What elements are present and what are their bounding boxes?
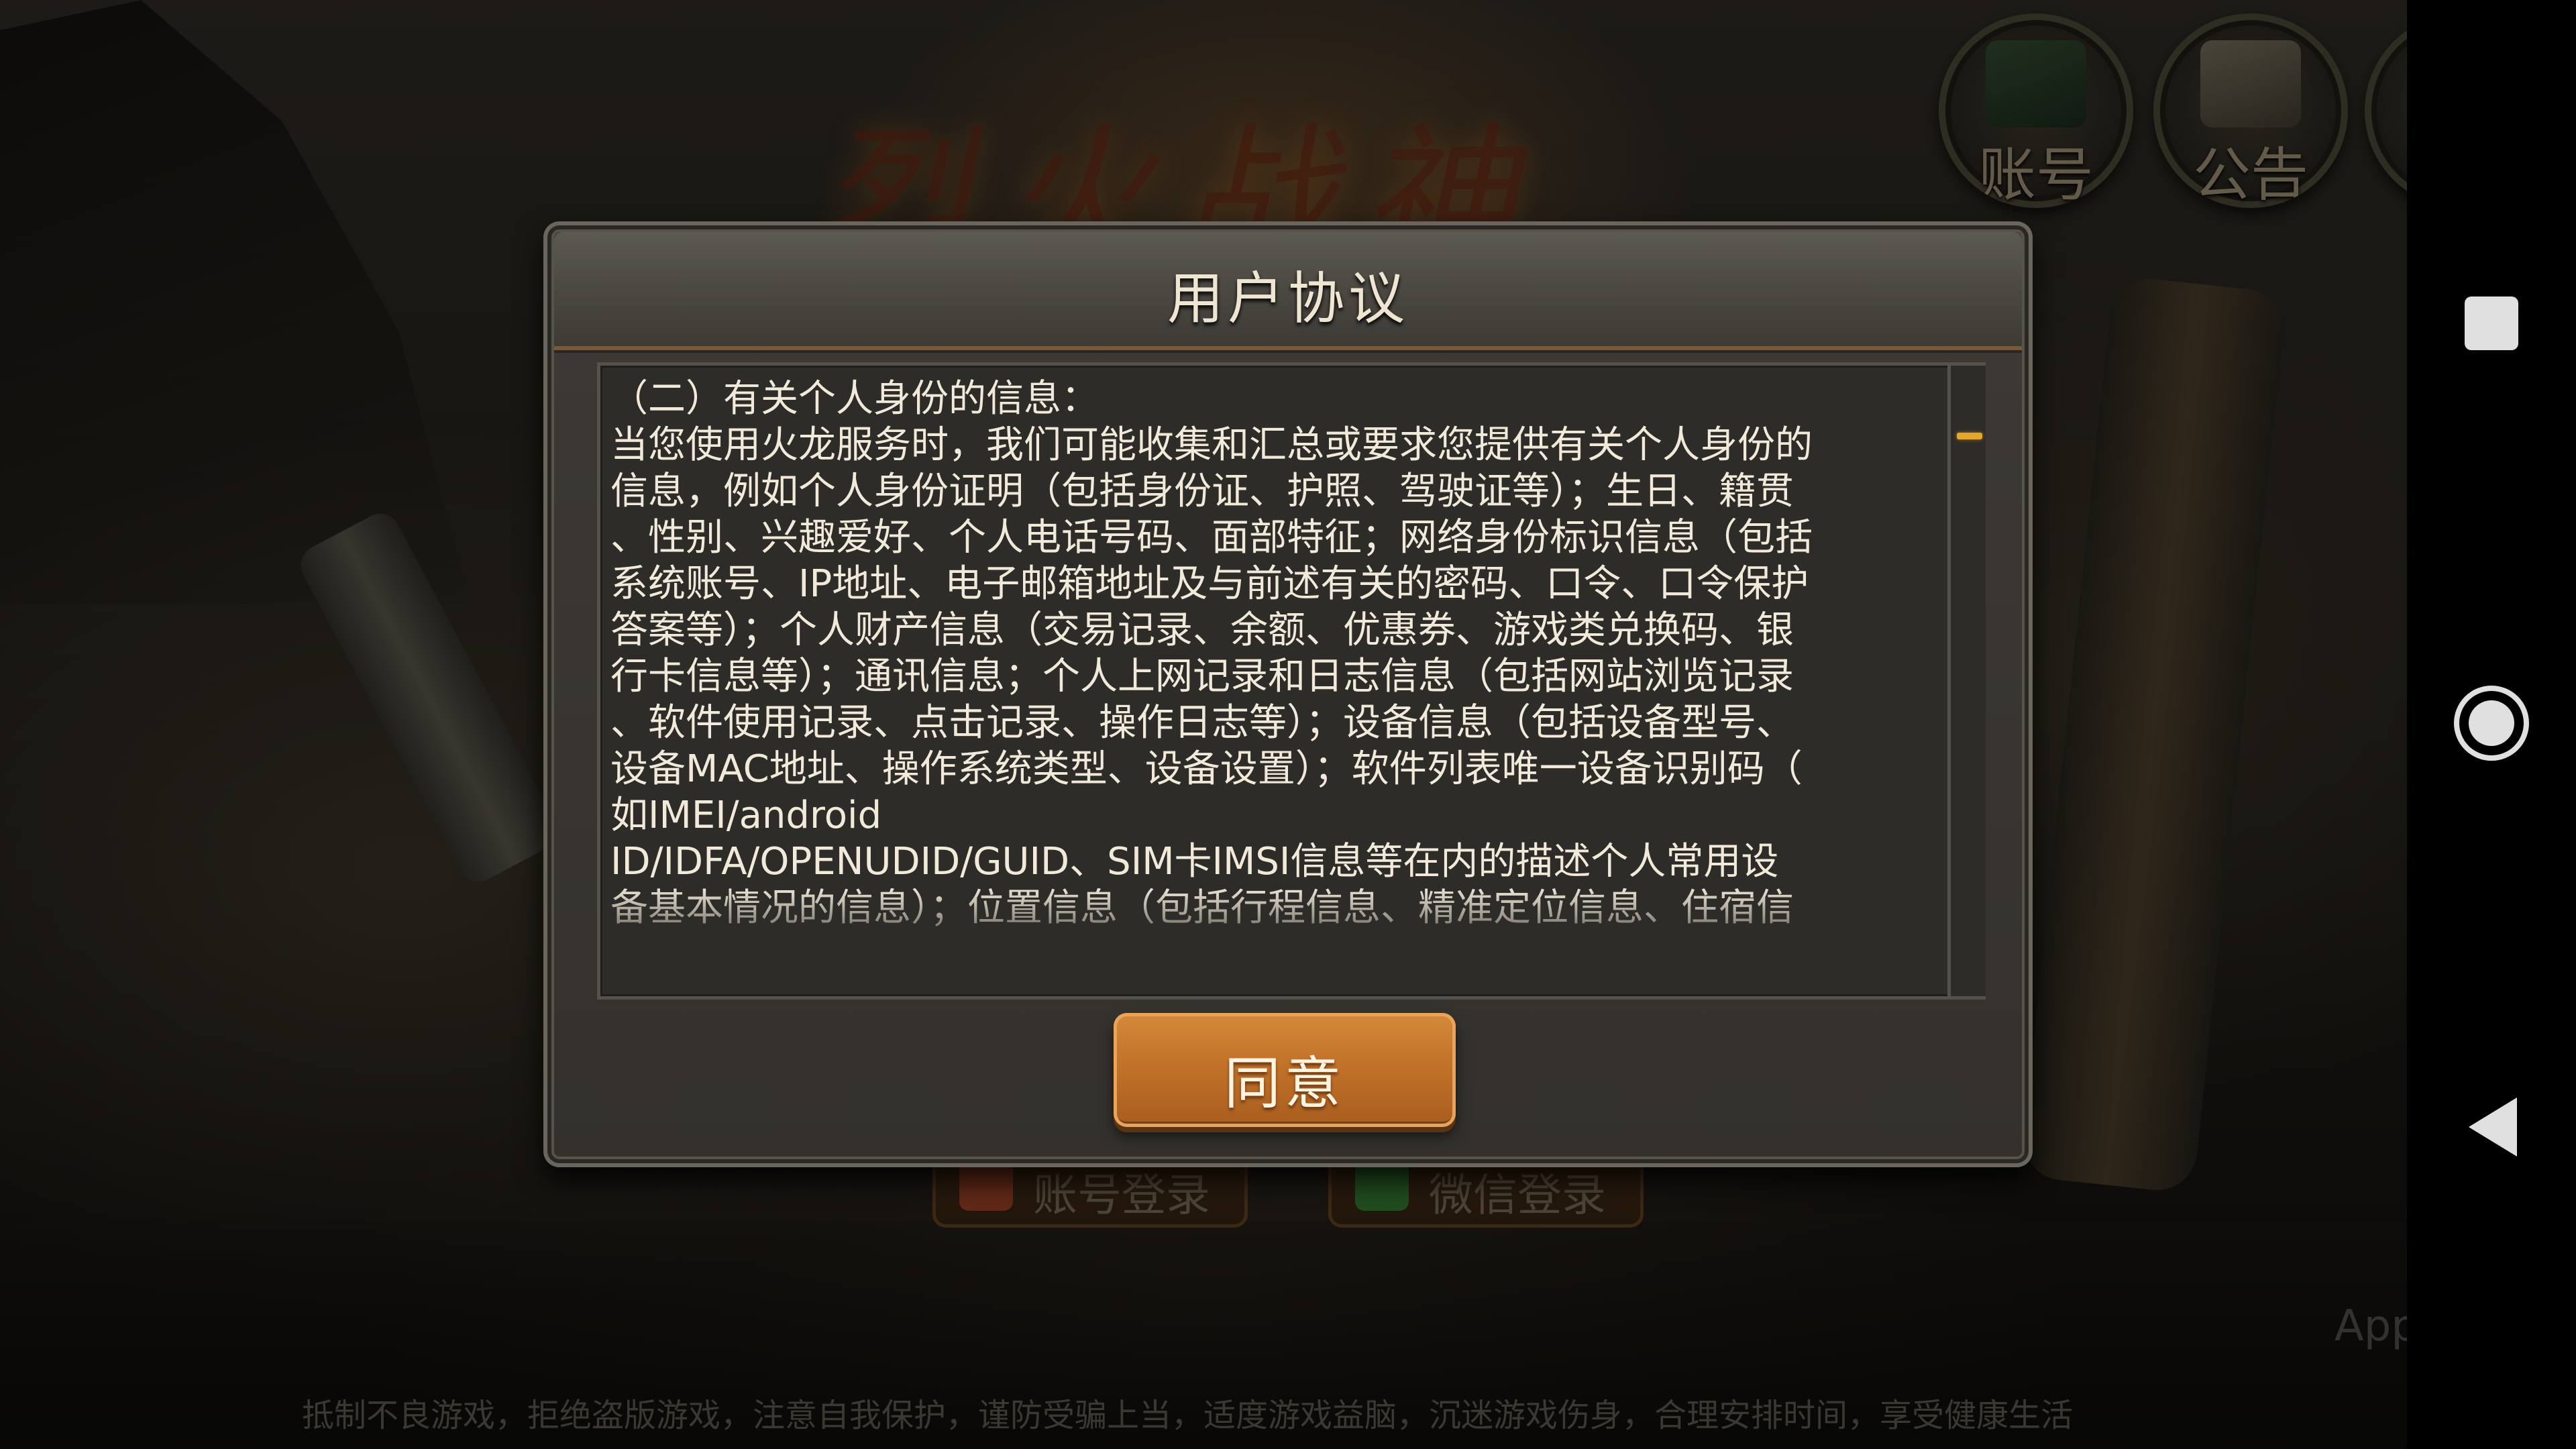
- home-icon-inner: [2469, 700, 2514, 746]
- user-agreement-dialog: 用户协议 （二）有关个人身份的信息： 当您使用火龙服务时，我们可能收集和汇总或要…: [543, 221, 2033, 1167]
- agreement-text-panel[interactable]: （二）有关个人身份的信息： 当您使用火龙服务时，我们可能收集和汇总或要求您提供有…: [597, 362, 1986, 1000]
- dialog-title: 用户协议: [1167, 266, 1409, 331]
- scrollbar-track[interactable]: [1947, 366, 1986, 996]
- scrollbar-thumb[interactable]: [1957, 433, 1982, 439]
- agree-button-label: 同意: [1224, 1051, 1345, 1116]
- agree-button[interactable]: 同意: [1114, 1013, 1456, 1127]
- dialog-title-bar: 用户协议: [554, 232, 2022, 350]
- agreement-text: （二）有关个人身份的信息： 当您使用火龙服务时，我们可能收集和汇总或要求您提供有…: [610, 377, 1813, 930]
- recents-icon[interactable]: [2465, 297, 2518, 350]
- home-icon[interactable]: [2454, 686, 2529, 761]
- android-navigation-bar: [2407, 0, 2576, 1449]
- back-icon[interactable]: [2469, 1097, 2517, 1157]
